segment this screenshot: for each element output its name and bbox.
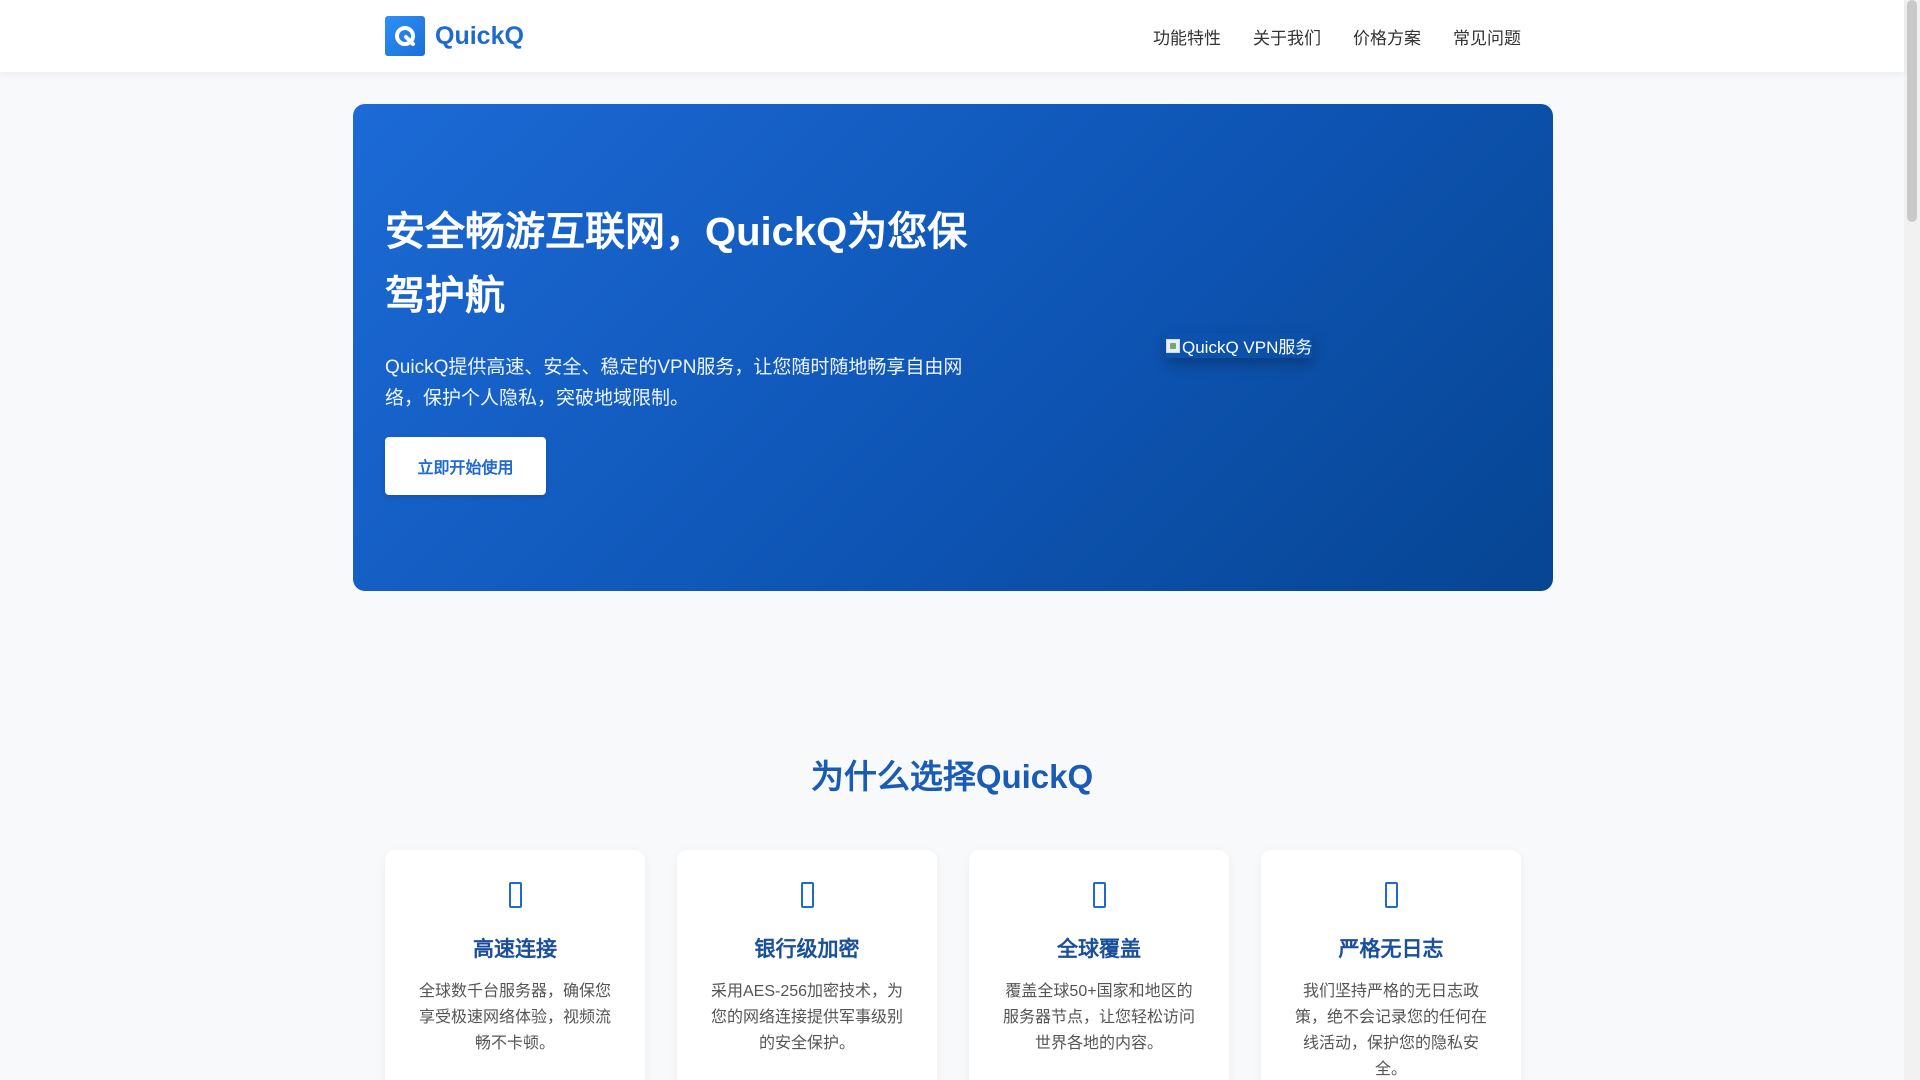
quickq-logo-icon xyxy=(385,16,425,56)
nav-about[interactable]: 关于我们 xyxy=(1253,24,1321,49)
scrollbar-thumb[interactable] xyxy=(1907,0,1917,222)
site-header: QuickQ 功能特性 关于我们 价格方案 常见问题 xyxy=(0,0,1904,72)
feature-desc: 覆盖全球50+国家和地区的服务器节点，让您轻松访问世界各地的内容。 xyxy=(1002,983,1195,1052)
vertical-scrollbar[interactable] xyxy=(1904,0,1920,1080)
bolt-icon xyxy=(508,882,522,908)
feature-card-encryption: 银行级加密 采用AES-256加密技术，为您的网络连接提供军事级别的安全保护。 xyxy=(677,850,937,1080)
feature-title: 银行级加密 xyxy=(754,938,860,961)
hero-banner: 安全畅游互联网，QuickQ为您保驾护航 QuickQ提供高速、安全、稳定的VP… xyxy=(353,104,1553,591)
hero-image: QuickQ VPN服务 xyxy=(1166,333,1312,358)
features-title: 为什么选择QuickQ xyxy=(810,758,1094,795)
feature-card-coverage: 全球覆盖 覆盖全球50+国家和地区的服务器节点，让您轻松访问世界各地的内容。 xyxy=(969,850,1229,1080)
main-nav: 功能特性 关于我们 价格方案 常见问题 xyxy=(1153,24,1521,49)
hero-title: 安全畅游互联网，QuickQ为您保驾护航 xyxy=(385,210,968,318)
feature-card-speed: 高速连接 全球数千台服务器，确保您享受极速网络体验，视频流畅不卡顿。 xyxy=(385,850,645,1080)
feature-title: 全球覆盖 xyxy=(1057,938,1141,961)
globe-icon xyxy=(1092,882,1106,908)
broken-image-icon xyxy=(1166,338,1180,353)
feature-card-no-logs: 严格无日志 我们坚持严格的无日志政策，绝不会记录您的任何在线活动，保护您的隐私安… xyxy=(1261,850,1521,1080)
brand-link[interactable]: QuickQ xyxy=(385,16,524,56)
feature-desc: 我们坚持严格的无日志政策，绝不会记录您的任何在线活动，保护您的隐私安全。 xyxy=(1294,983,1487,1078)
feature-desc: 采用AES-256加密技术，为您的网络连接提供军事级别的安全保护。 xyxy=(710,983,904,1052)
features-grid: 高速连接 全球数千台服务器，确保您享受极速网络体验，视频流畅不卡顿。 银行级加密… xyxy=(385,850,1521,1080)
hero-image-alt: QuickQ VPN服务 xyxy=(1182,338,1313,357)
nav-features[interactable]: 功能特性 xyxy=(1153,24,1221,49)
header-inner: QuickQ 功能特性 关于我们 价格方案 常见问题 xyxy=(385,0,1521,72)
shield-icon xyxy=(1384,882,1398,908)
feature-desc: 全球数千台服务器，确保您享受极速网络体验，视频流畅不卡顿。 xyxy=(418,983,611,1052)
nav-pricing[interactable]: 价格方案 xyxy=(1353,24,1421,49)
brand-name: QuickQ xyxy=(435,21,524,50)
hero-subtitle: QuickQ提供高速、安全、稳定的VPN服务，让您随时随地畅享自由网络，保护个人… xyxy=(385,357,963,409)
nav-faq[interactable]: 常见问题 xyxy=(1453,24,1521,49)
feature-title: 高速连接 xyxy=(473,938,557,961)
feature-title: 严格无日志 xyxy=(1338,938,1444,961)
page: QuickQ 功能特性 关于我们 价格方案 常见问题 安全畅游互联网，Quick… xyxy=(0,0,1920,1080)
lock-icon xyxy=(800,882,814,908)
hero-content: 安全畅游互联网，QuickQ为您保驾护航 QuickQ提供高速、安全、稳定的VP… xyxy=(385,200,985,414)
start-now-button[interactable]: 立即开始使用 xyxy=(385,437,546,495)
